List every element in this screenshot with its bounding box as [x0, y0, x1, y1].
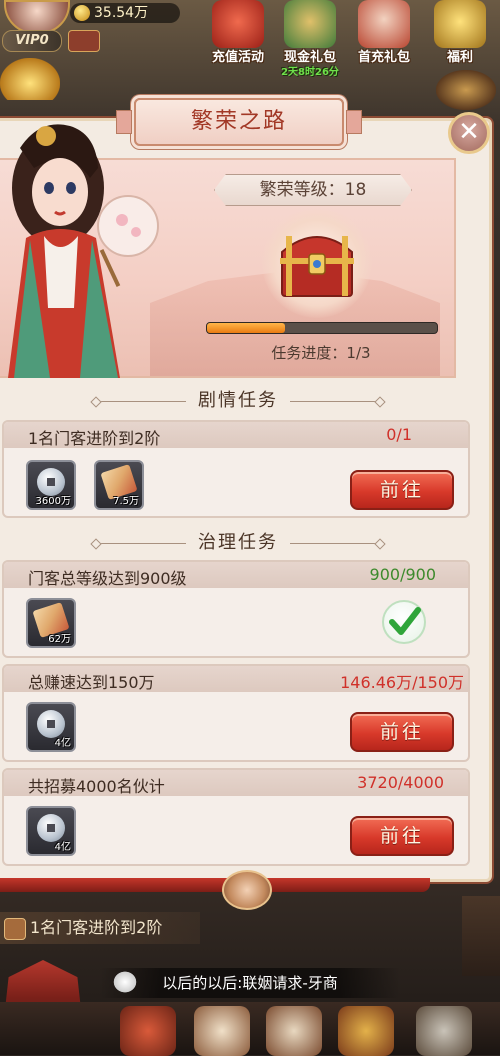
close-button[interactable]: ✕: [448, 112, 490, 154]
reward-amount: 4亿: [54, 842, 71, 853]
player-avatar[interactable]: [4, 0, 70, 34]
task-card: 1名门客进阶到2阶 0/1 3600万 7.5万 前往: [2, 420, 470, 518]
task-header: 1名门客进阶到2阶 0/1: [4, 422, 468, 448]
coin-counter: 35.54万: [70, 3, 180, 23]
task-progress-text: 任务进度：1/3: [271, 344, 371, 362]
divider-ornament: [96, 542, 186, 544]
nav-mask-icon[interactable]: [120, 1006, 176, 1056]
divider-ornament: [290, 542, 380, 544]
task-card: 门客总等级达到900级 900/900 62万: [2, 560, 470, 658]
task-name: 共招募4000名伙计: [28, 777, 165, 796]
top-bar: 35.54万 VIP0 充值活动 现金礼包 2天8时26分 首充礼包 福利: [0, 0, 500, 110]
task-card: 总赚速达到150万 146.46万/150万 4亿 前往: [2, 664, 470, 762]
red-envelope-icon: [212, 0, 264, 48]
check-icon: [382, 600, 426, 644]
panel-bottom-trim: [0, 878, 430, 892]
recharge-event-label: 充值活动: [211, 50, 264, 65]
task-progress: 146.46万/150万: [340, 673, 464, 692]
panel-title: 繁荣之路: [116, 98, 362, 146]
gold-ingot-icon[interactable]: [0, 58, 60, 100]
story-section-title: 剧情任务: [0, 386, 476, 412]
coin-icon: [74, 5, 90, 21]
task-header: 共招募4000名伙计 3720/4000: [4, 770, 468, 796]
checkmark-glyph: [389, 607, 421, 635]
go-button[interactable]: 前往: [350, 470, 454, 510]
gift-basket-icon: [284, 0, 336, 48]
story-section-label: 剧情任务: [198, 390, 278, 411]
news-ticker[interactable]: 以后的以后:联姻请求-牙商: [100, 968, 400, 998]
go-button[interactable]: 前往: [350, 712, 454, 752]
prosperity-level-ribbon: 繁荣等级：18: [214, 174, 412, 206]
reward-slot[interactable]: 62万: [26, 598, 76, 648]
reward-amount: 7.5万: [113, 496, 139, 507]
gift-box-icon[interactable]: [68, 30, 100, 52]
progress-fill: [207, 323, 286, 333]
task-name: 总赚速达到150万: [28, 673, 155, 692]
go-button[interactable]: 前往: [350, 816, 454, 856]
treasure-jar-icon[interactable]: [436, 70, 496, 110]
cash-gift-timer: 2天8时26分: [281, 67, 339, 78]
task-header: 总赚速达到150万 146.46万/150万: [4, 666, 468, 692]
reward-amount: 62万: [48, 634, 71, 645]
bottom-navigation: [0, 1002, 500, 1056]
prosperity-progress-bar: [206, 322, 438, 334]
lady-character-illustration: [8, 124, 159, 378]
nav-handshake-icon[interactable]: [416, 1006, 472, 1056]
quest-icon: [4, 918, 26, 940]
welfare-button[interactable]: 福利: [428, 0, 492, 65]
coin-amount: 35.54万: [94, 5, 149, 21]
task-progress: 0/1: [386, 425, 412, 444]
task-name: 1名门客进阶到2阶: [28, 429, 161, 448]
current-quest-strip[interactable]: 1名门客进阶到2阶: [0, 912, 200, 944]
reward-slot[interactable]: 3600万: [26, 460, 76, 510]
nav-ornament-icon[interactable]: [338, 1006, 394, 1056]
task-progress: 3720/4000: [357, 773, 444, 792]
govern-section-title: 治理任务: [0, 528, 476, 554]
cash-gift-button[interactable]: 现金礼包 2天8时26分: [278, 0, 342, 78]
current-quest-text: 1名门客进阶到2阶: [30, 918, 163, 937]
reward-amount: 4亿: [54, 738, 71, 749]
reward-slot[interactable]: 7.5万: [94, 460, 144, 510]
treasure-chest-icon[interactable]: [276, 222, 358, 302]
panel-bottom-ornament: [222, 870, 272, 910]
character-portrait-icon: [358, 0, 410, 48]
first-recharge-button[interactable]: 首充礼包: [352, 0, 416, 65]
recharge-event-button[interactable]: 充值活动: [206, 0, 270, 65]
reward-slot[interactable]: 4亿: [26, 702, 76, 752]
welfare-label: 福利: [446, 50, 473, 65]
side-decoration: [462, 896, 500, 976]
reward-amount: 3600万: [35, 496, 71, 507]
vip-badge[interactable]: VIP0: [2, 30, 62, 52]
govern-section-label: 治理任务: [198, 532, 278, 553]
news-ticker-text: 以后的以后:联姻请求-牙商: [162, 974, 338, 992]
divider-ornament: [96, 400, 186, 402]
first-recharge-label: 首充礼包: [357, 50, 410, 65]
gold-pile-icon: [434, 0, 486, 48]
task-progress: 900/900: [369, 565, 436, 584]
nav-character-icon[interactable]: [194, 1006, 250, 1056]
nav-scroll-icon[interactable]: [266, 1006, 322, 1056]
close-icon: ✕: [458, 117, 480, 147]
task-name: 门客总等级达到900级: [28, 569, 187, 588]
dove-icon: [112, 970, 138, 994]
reward-slot[interactable]: 4亿: [26, 806, 76, 856]
task-header: 门客总等级达到900级 900/900: [4, 562, 468, 588]
divider-ornament: [290, 400, 380, 402]
task-card: 共招募4000名伙计 3720/4000 4亿 前往: [2, 768, 470, 866]
